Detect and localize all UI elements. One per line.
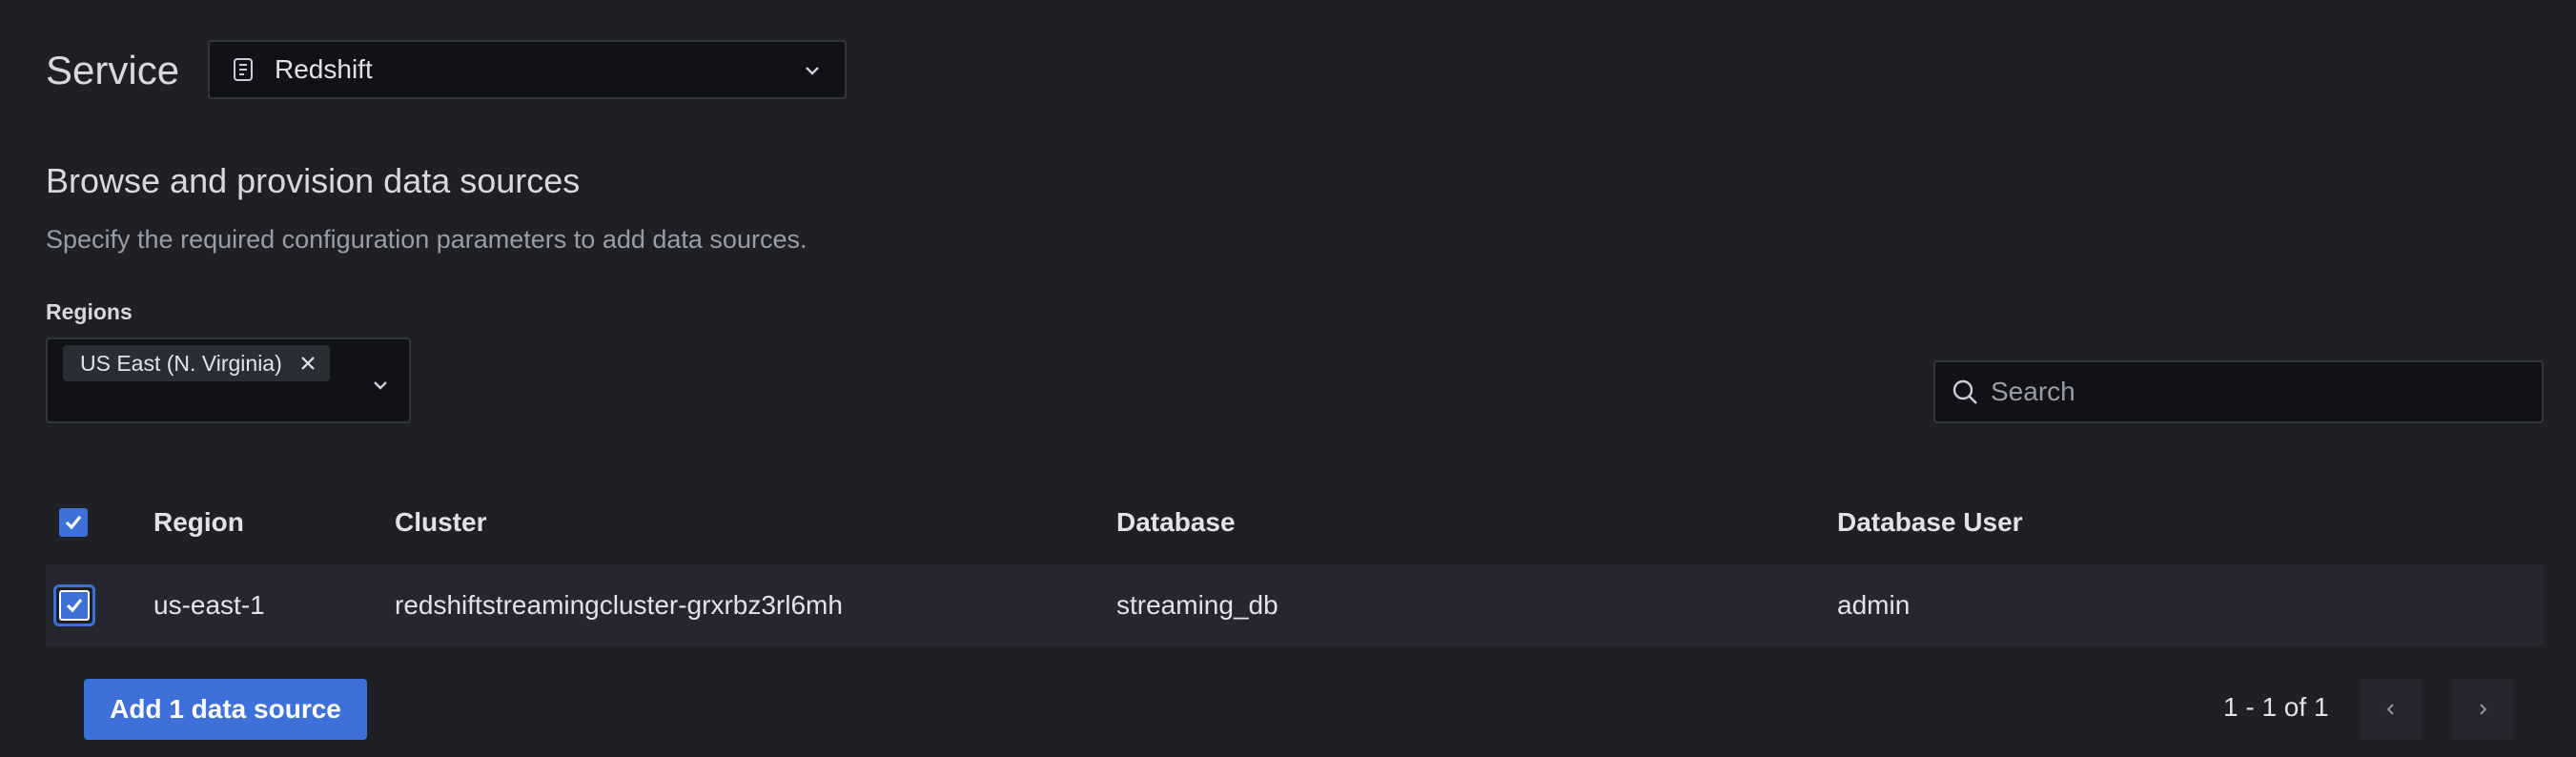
service-select[interactable]: Redshift <box>208 40 847 99</box>
service-label: Service <box>46 48 180 92</box>
region-chip-label: US East (N. Virginia) <box>80 350 282 376</box>
search-icon <box>1952 379 1977 404</box>
cell-database-user: admin <box>1837 590 1911 620</box>
cell-region: us-east-1 <box>153 590 265 620</box>
row-checkbox[interactable] <box>53 584 95 626</box>
cell-database: streaming_db <box>1116 590 1278 620</box>
checkmark-icon <box>66 598 83 613</box>
section-title: Browse and provision data sources <box>46 161 581 200</box>
close-icon[interactable] <box>299 355 317 372</box>
column-header-region: Region <box>153 507 244 537</box>
checkmark-icon <box>65 515 82 530</box>
add-data-source-button[interactable]: Add 1 data source <box>84 679 367 740</box>
region-chip: US East (N. Virginia) <box>63 345 330 381</box>
table-row[interactable]: us-east-1 redshiftstreamingcluster-grxrb… <box>46 564 2544 646</box>
chevron-left-icon <box>2386 704 2394 715</box>
pagination-summary: 1 - 1 of 1 <box>2223 692 2329 722</box>
column-header-database: Database <box>1116 507 1236 537</box>
search-field[interactable] <box>1933 360 2544 423</box>
regions-multiselect[interactable]: US East (N. Virginia) <box>46 338 411 423</box>
column-header-cluster: Cluster <box>395 507 487 537</box>
chevron-right-icon <box>2480 704 2487 715</box>
chevron-down-icon <box>374 381 387 390</box>
cell-cluster: redshiftstreamingcluster-grxrbz3rl6mh <box>395 590 843 620</box>
service-select-value: Redshift <box>275 54 373 84</box>
search-input[interactable] <box>1989 376 2526 408</box>
table-header-row: Region Cluster Database Database User <box>46 488 2544 557</box>
redshift-icon <box>233 57 254 82</box>
select-all-checkbox[interactable] <box>59 508 88 537</box>
chevron-down-icon <box>806 67 819 75</box>
row-select-cell <box>53 564 95 646</box>
section-description: Specify the required configuration param… <box>46 225 808 254</box>
row-checkbox-box <box>59 590 90 621</box>
regions-label: Regions <box>46 299 133 324</box>
column-header-database-user: Database User <box>1837 507 2023 537</box>
select-all-cell <box>59 488 88 557</box>
previous-page-button[interactable] <box>2361 679 2422 740</box>
next-page-button[interactable] <box>2452 679 2513 740</box>
